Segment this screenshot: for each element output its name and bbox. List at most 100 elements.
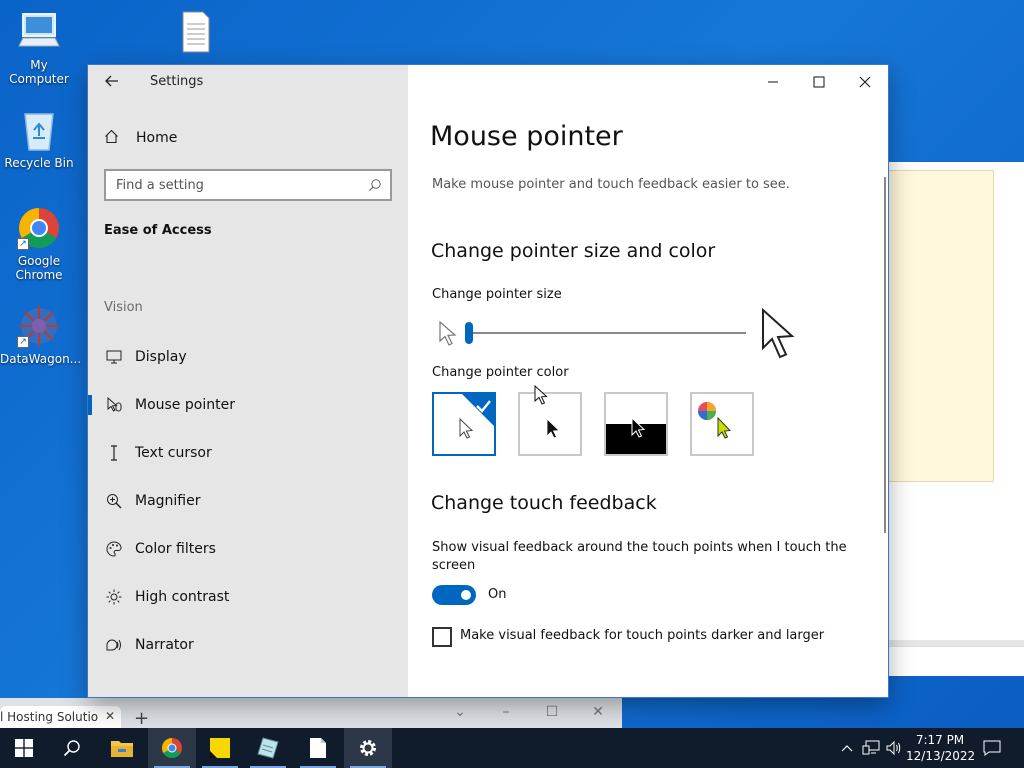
back-arrow-icon [105,75,118,87]
volume-button[interactable] [884,728,904,768]
search-icon[interactable] [368,177,382,196]
magnifier-icon [106,493,122,509]
search-box[interactable] [104,169,392,201]
sticky-note [888,170,994,482]
notepad-icon [257,737,279,759]
sidebar-item-mouse-pointer[interactable]: Mouse pointer [88,381,408,429]
touch-feedback-label-line1: Show visual feedback around the touch po… [432,540,847,555]
touch-feedback-label-line2: screen [432,558,476,573]
close-icon[interactable]: ✕ [588,704,608,720]
desktop-icon-label: DataWagon... [0,352,82,366]
desktop-icon-datawagon[interactable]: ↗ DataWagon... [0,304,82,366]
desktop-icon-file[interactable] [156,10,234,58]
minimize-icon[interactable]: – [496,704,516,720]
desktop-icon-google-chrome[interactable]: ↗ Google Chrome [0,206,78,282]
search-taskbar-button[interactable] [48,728,96,768]
windows-logo-icon [15,739,33,757]
inverted-pointer-icon [606,416,666,454]
sidebar-item-label: Text cursor [135,445,212,461]
toggle-state-label: On [488,587,507,602]
group-label: Vision [104,300,143,315]
close-tab-icon[interactable]: ✕ [105,709,115,723]
taskbar-settings[interactable] [344,728,392,768]
page-description: Make mouse pointer and touch feedback ea… [432,177,790,192]
new-tab-button[interactable]: + [134,710,149,728]
sun-icon [106,589,122,605]
document-icon [173,10,217,54]
search-icon [63,740,80,757]
computer-icon [17,10,61,54]
chrome-icon: ↗ [17,206,61,250]
taskbar-text-document[interactable] [294,728,342,768]
shortcut-arrow-icon: ↗ [17,238,29,250]
home-label: Home [136,130,178,146]
recycle-bin-icon [17,108,61,152]
small-pointer-icon [439,321,457,346]
palette-icon [106,541,122,557]
start-button[interactable] [0,728,48,768]
settings-window: Settings Home Ease of Access Vision Disp… [88,65,888,697]
chevron-up-icon [841,745,853,752]
touch-feedback-toggle[interactable] [432,585,476,605]
network-button[interactable] [860,728,882,768]
shortcut-arrow-icon: ↗ [17,336,29,348]
white-pointer-icon [459,394,494,439]
sidebar-item-narrator[interactable]: Narrator [88,621,408,669]
pointer-color-black[interactable] [518,392,582,456]
pointer-size-slider-track[interactable] [468,332,746,334]
show-hidden-icons-button[interactable] [838,728,856,768]
maximize-icon[interactable]: ☐ [542,704,562,720]
content-scrollbar[interactable] [884,177,886,533]
taskbar: 7:17 PM 12/13/2022 [0,728,1024,768]
sidebar-item-label: High contrast [135,589,230,605]
sidebar-item-label: Mouse pointer [135,397,235,413]
pointer-color-inverted[interactable] [604,392,668,456]
taskbar-file-explorer[interactable] [98,728,146,768]
sidebar-item-display[interactable]: Display [88,333,408,381]
desktop-icon-my-computer[interactable]: My Computer [0,10,78,86]
sidebar-item-magnifier[interactable]: Magnifier [88,477,408,525]
chevron-down-icon[interactable]: ⌄ [450,704,470,720]
page-title: Mouse pointer [430,121,623,152]
browser-tab[interactable]: l Hosting Solutio ✕ [0,706,121,728]
background-window[interactable] [888,162,1024,648]
sticky-notes-icon [210,738,230,758]
taskbar-chrome[interactable] [148,728,196,768]
sidebar-item-label: Display [135,349,187,365]
taskbar-notepad-app[interactable] [244,728,292,768]
background-window-bottom[interactable] [888,646,1024,676]
browser-tab-strip: l Hosting Solutio ✕ + ⌄ – ☐ ✕ [0,698,622,728]
taskbar-sticky-notes[interactable] [196,728,244,768]
home-icon [104,129,120,148]
action-center-button[interactable] [978,728,1006,768]
desktop-icon-label: Recycle Bin [4,156,74,170]
sidebar-item-text-cursor[interactable]: Text cursor [88,429,408,477]
datawagon-icon: ↗ [17,304,61,348]
sidebar-item-label: Narrator [135,637,194,653]
taskbar-clock[interactable]: 7:17 PM 12/13/2022 [906,732,975,764]
darker-feedback-checkbox[interactable] [432,627,452,647]
pointer-size-label: Change pointer size [432,287,562,302]
settings-content: Mouse pointer Make mouse pointer and tou… [408,65,888,697]
search-input[interactable] [116,177,356,193]
mouse-pointer-icon [106,397,122,413]
sidebar-nav: Display Mouse pointer Text cursor Magnif… [88,333,408,669]
window-title: Settings [150,74,204,89]
sidebar-item-color-filters[interactable]: Color filters [88,525,408,573]
home-link[interactable]: Home [104,127,177,149]
pointer-size-slider-thumb[interactable] [465,322,473,344]
speaker-icon [886,740,901,756]
desktop-icon-recycle-bin[interactable]: Recycle Bin [0,108,78,170]
browser-tab-title: l Hosting Solutio [0,710,99,724]
sidebar-item-high-contrast[interactable]: High contrast [88,573,408,621]
pointer-color-custom[interactable] [690,392,754,456]
mouse-cursor-icon [534,385,548,405]
pointer-color-white[interactable] [432,392,496,456]
chrome-icon [162,738,182,758]
settings-sidebar: Settings Home Ease of Access Vision Disp… [88,65,408,697]
document-icon [310,738,326,758]
section-heading: Ease of Access [104,223,212,238]
sidebar-item-label: Magnifier [135,493,201,509]
sidebar-item-label: Color filters [135,541,216,557]
back-button[interactable] [104,73,124,93]
